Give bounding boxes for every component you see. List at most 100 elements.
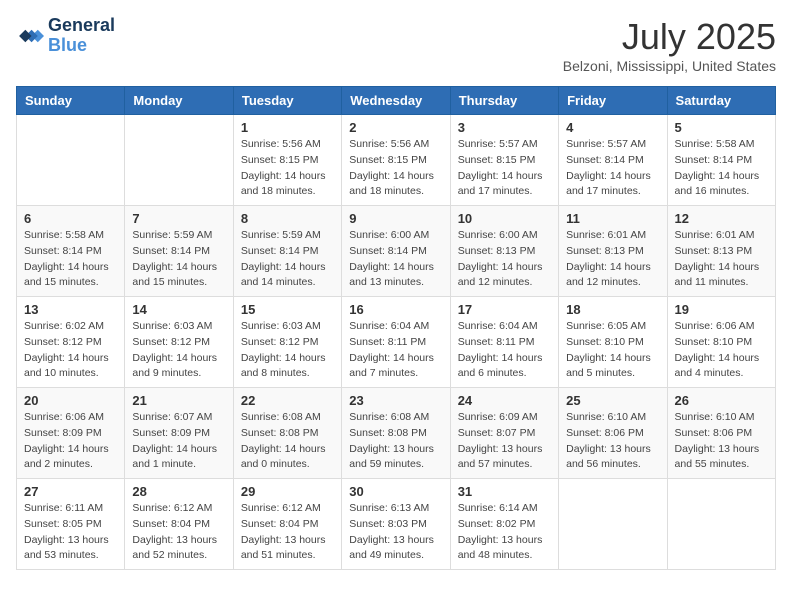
- day-number: 30: [349, 484, 442, 499]
- calendar-cell: 30Sunrise: 6:13 AMSunset: 8:03 PMDayligh…: [342, 479, 450, 570]
- calendar-cell: 7Sunrise: 5:59 AMSunset: 8:14 PMDaylight…: [125, 206, 233, 297]
- day-number: 23: [349, 393, 442, 408]
- logo-text: General Blue: [48, 16, 115, 56]
- week-row-3: 13 Sunrise: 6:02 AMSunset: 8:12 PMDayligh…: [17, 297, 776, 388]
- calendar-cell: 29Sunrise: 6:12 AMSunset: 8:04 PMDayligh…: [233, 479, 341, 570]
- day-number: 26: [675, 393, 768, 408]
- calendar-cell: 11 Sunrise: 6:01 AMSunset: 8:13 PMDayligh…: [559, 206, 667, 297]
- day-info: Sunrise: 6:04 AMSunset: 8:11 PMDaylight:…: [349, 319, 442, 382]
- day-number: 15: [241, 302, 334, 317]
- calendar-cell: [17, 115, 125, 206]
- calendar-cell: 8Sunrise: 5:59 AMSunset: 8:14 PMDaylight…: [233, 206, 341, 297]
- calendar-cell: 10Sunrise: 6:00 AMSunset: 8:13 PMDayligh…: [450, 206, 558, 297]
- calendar-cell: 25 Sunrise: 6:10 AMSunset: 8:06 PMDayligh…: [559, 388, 667, 479]
- day-number: 6: [24, 211, 117, 226]
- day-number: 11: [566, 211, 659, 226]
- calendar-cell: 26 Sunrise: 6:10 AMSunset: 8:06 PMDayligh…: [667, 388, 775, 479]
- day-info: Sunrise: 6:10 AMSunset: 8:06 PMDaylight:…: [675, 410, 768, 473]
- day-info: Sunrise: 6:01 AMSunset: 8:13 PMDaylight:…: [675, 228, 768, 291]
- day-info: Sunrise: 6:03 AMSunset: 8:12 PMDaylight:…: [132, 319, 225, 382]
- day-info: Sunrise: 5:58 AMSunset: 8:14 PMDaylight:…: [24, 228, 117, 291]
- day-info: Sunrise: 6:07 AMSunset: 8:09 PMDaylight:…: [132, 410, 225, 473]
- calendar-cell: 24Sunrise: 6:09 AMSunset: 8:07 PMDayligh…: [450, 388, 558, 479]
- weekday-header-thursday: Thursday: [450, 87, 558, 115]
- logo-icon: [16, 22, 44, 50]
- day-number: 9: [349, 211, 442, 226]
- title-block: July 2025 Belzoni, Mississippi, United S…: [563, 16, 776, 74]
- day-number: 13: [24, 302, 117, 317]
- day-number: 28: [132, 484, 225, 499]
- calendar-cell: [559, 479, 667, 570]
- weekday-header-saturday: Saturday: [667, 87, 775, 115]
- calendar-cell: 4 Sunrise: 5:57 AMSunset: 8:14 PMDaylight…: [559, 115, 667, 206]
- day-info: Sunrise: 5:56 AMSunset: 8:15 PMDaylight:…: [241, 137, 334, 200]
- calendar-cell: 9 Sunrise: 6:00 AMSunset: 8:14 PMDaylight…: [342, 206, 450, 297]
- day-info: Sunrise: 5:57 AMSunset: 8:14 PMDaylight:…: [566, 137, 659, 200]
- day-info: Sunrise: 6:11 AMSunset: 8:05 PMDaylight:…: [24, 501, 117, 564]
- day-number: 4: [566, 120, 659, 135]
- day-number: 2: [349, 120, 442, 135]
- day-number: 31: [458, 484, 551, 499]
- day-info: Sunrise: 6:03 AMSunset: 8:12 PMDaylight:…: [241, 319, 334, 382]
- calendar-cell: 2 Sunrise: 5:56 AMSunset: 8:15 PMDaylight…: [342, 115, 450, 206]
- calendar-cell: 22 Sunrise: 6:08 AMSunset: 8:08 PMDayligh…: [233, 388, 341, 479]
- day-number: 29: [241, 484, 334, 499]
- day-info: Sunrise: 6:10 AMSunset: 8:06 PMDaylight:…: [566, 410, 659, 473]
- calendar-cell: 15 Sunrise: 6:03 AMSunset: 8:12 PMDayligh…: [233, 297, 341, 388]
- day-number: 12: [675, 211, 768, 226]
- calendar-cell: 17 Sunrise: 6:04 AMSunset: 8:11 PMDayligh…: [450, 297, 558, 388]
- calendar-cell: 1 Sunrise: 5:56 AMSunset: 8:15 PMDaylight…: [233, 115, 341, 206]
- day-number: 7: [132, 211, 225, 226]
- day-info: Sunrise: 6:04 AMSunset: 8:11 PMDaylight:…: [458, 319, 551, 382]
- day-number: 21: [132, 393, 225, 408]
- day-info: Sunrise: 5:56 AMSunset: 8:15 PMDaylight:…: [349, 137, 442, 200]
- calendar-cell: 5Sunrise: 5:58 AMSunset: 8:14 PMDaylight…: [667, 115, 775, 206]
- day-info: Sunrise: 6:00 AMSunset: 8:13 PMDaylight:…: [458, 228, 551, 291]
- calendar-cell: 20Sunrise: 6:06 AMSunset: 8:09 PMDayligh…: [17, 388, 125, 479]
- calendar-cell: 31Sunrise: 6:14 AMSunset: 8:02 PMDayligh…: [450, 479, 558, 570]
- day-number: 14: [132, 302, 225, 317]
- day-number: 22: [241, 393, 334, 408]
- day-info: Sunrise: 6:01 AMSunset: 8:13 PMDaylight:…: [566, 228, 659, 291]
- day-number: 24: [458, 393, 551, 408]
- weekday-header-tuesday: Tuesday: [233, 87, 341, 115]
- calendar-cell: 16 Sunrise: 6:04 AMSunset: 8:11 PMDayligh…: [342, 297, 450, 388]
- calendar-cell: 19Sunrise: 6:06 AMSunset: 8:10 PMDayligh…: [667, 297, 775, 388]
- day-number: 5: [675, 120, 768, 135]
- day-info: Sunrise: 6:00 AMSunset: 8:14 PMDaylight:…: [349, 228, 442, 291]
- day-number: 3: [458, 120, 551, 135]
- calendar-cell: 21 Sunrise: 6:07 AMSunset: 8:09 PMDayligh…: [125, 388, 233, 479]
- calendar-cell: 12 Sunrise: 6:01 AMSunset: 8:13 PMDayligh…: [667, 206, 775, 297]
- day-info: Sunrise: 6:12 AMSunset: 8:04 PMDaylight:…: [132, 501, 225, 564]
- calendar-cell: 3Sunrise: 5:57 AMSunset: 8:15 PMDaylight…: [450, 115, 558, 206]
- month-year: July 2025: [563, 16, 776, 58]
- weekday-header-wednesday: Wednesday: [342, 87, 450, 115]
- calendar-cell: 14 Sunrise: 6:03 AMSunset: 8:12 PMDayligh…: [125, 297, 233, 388]
- day-number: 27: [24, 484, 117, 499]
- day-info: Sunrise: 6:08 AMSunset: 8:08 PMDaylight:…: [241, 410, 334, 473]
- day-number: 1: [241, 120, 334, 135]
- week-row-4: 20Sunrise: 6:06 AMSunset: 8:09 PMDayligh…: [17, 388, 776, 479]
- day-number: 25: [566, 393, 659, 408]
- day-number: 16: [349, 302, 442, 317]
- day-number: 20: [24, 393, 117, 408]
- calendar-cell: 23 Sunrise: 6:08 AMSunset: 8:08 PMDayligh…: [342, 388, 450, 479]
- day-number: 18: [566, 302, 659, 317]
- day-info: Sunrise: 6:08 AMSunset: 8:08 PMDaylight:…: [349, 410, 442, 473]
- day-info: Sunrise: 5:59 AMSunset: 8:14 PMDaylight:…: [241, 228, 334, 291]
- week-row-2: 6 Sunrise: 5:58 AMSunset: 8:14 PMDaylight…: [17, 206, 776, 297]
- day-number: 17: [458, 302, 551, 317]
- day-info: Sunrise: 6:02 AMSunset: 8:12 PMDaylight:…: [24, 319, 117, 382]
- weekday-header-row: SundayMondayTuesdayWednesdayThursdayFrid…: [17, 87, 776, 115]
- calendar-cell: [125, 115, 233, 206]
- weekday-header-sunday: Sunday: [17, 87, 125, 115]
- page-header: General Blue July 2025 Belzoni, Mississi…: [16, 16, 776, 74]
- calendar-cell: 18 Sunrise: 6:05 AMSunset: 8:10 PMDayligh…: [559, 297, 667, 388]
- calendar: SundayMondayTuesdayWednesdayThursdayFrid…: [16, 86, 776, 570]
- weekday-header-monday: Monday: [125, 87, 233, 115]
- week-row-5: 27 Sunrise: 6:11 AMSunset: 8:05 PMDayligh…: [17, 479, 776, 570]
- logo: General Blue: [16, 16, 115, 56]
- day-info: Sunrise: 6:05 AMSunset: 8:10 PMDaylight:…: [566, 319, 659, 382]
- day-number: 19: [675, 302, 768, 317]
- week-row-1: 1 Sunrise: 5:56 AMSunset: 8:15 PMDaylight…: [17, 115, 776, 206]
